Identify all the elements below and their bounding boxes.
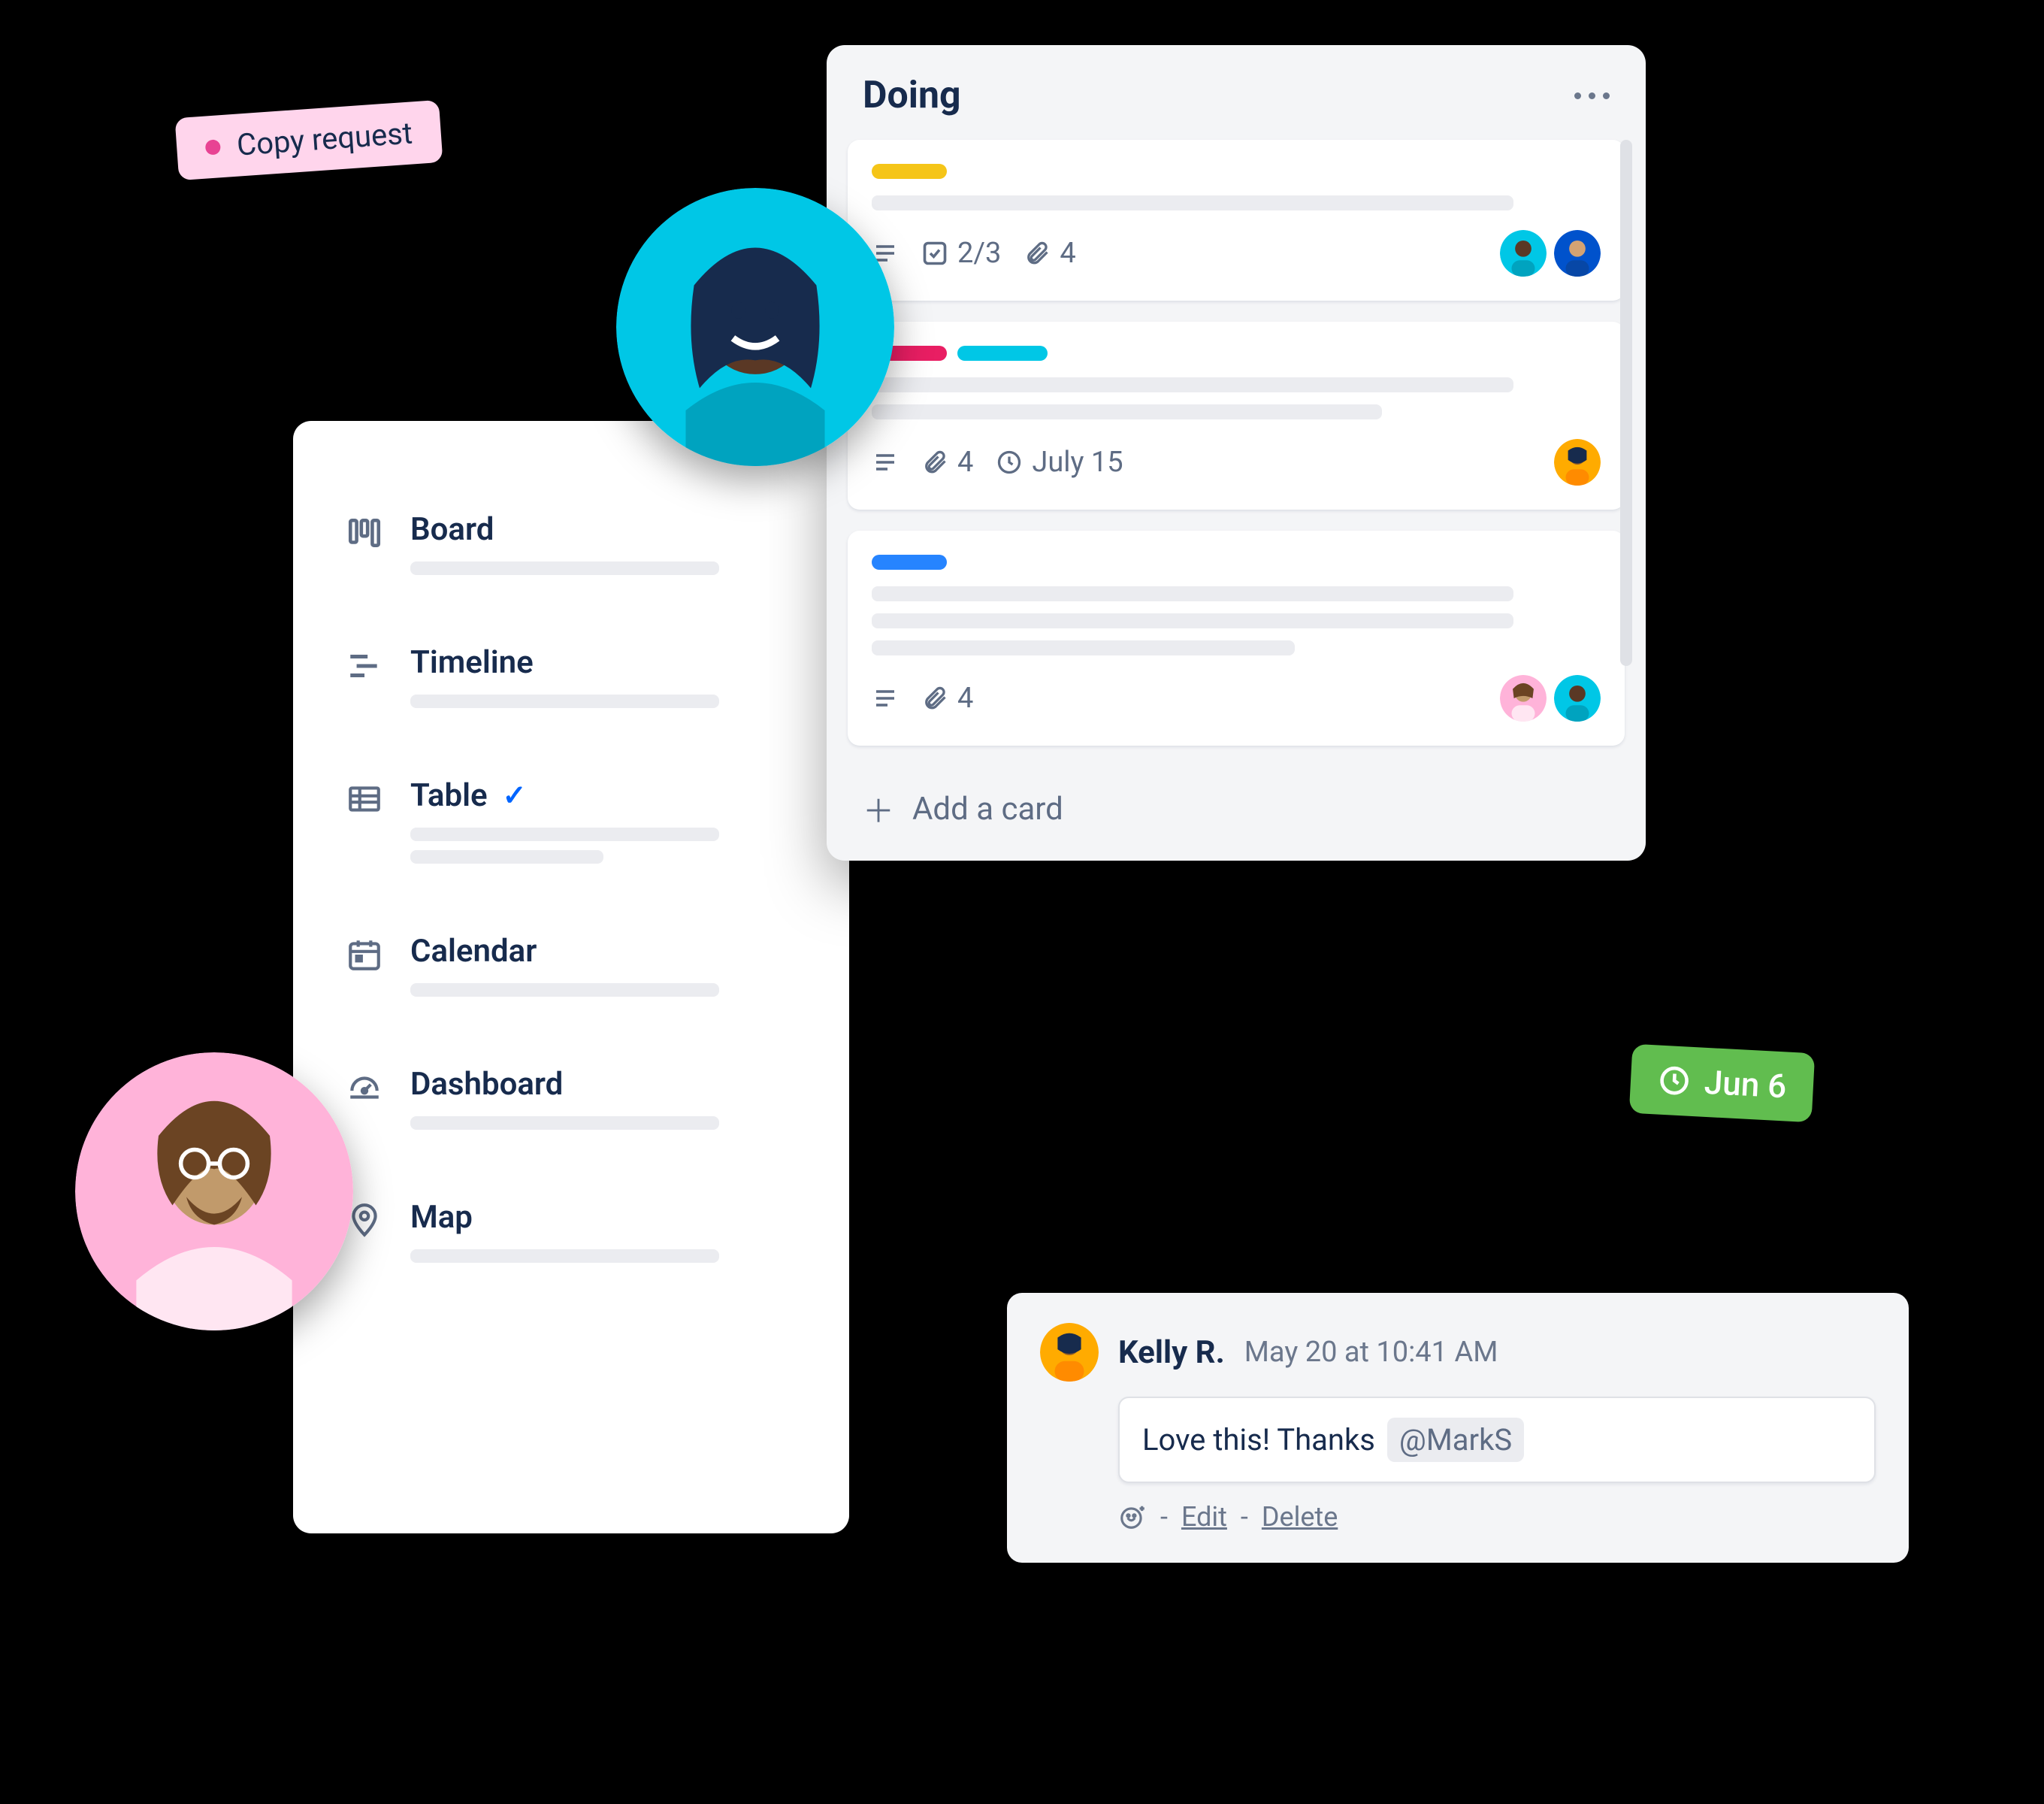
tag-copy-request[interactable]: Copy request bbox=[175, 100, 443, 180]
view-label: Board bbox=[410, 511, 797, 548]
view-label: Map bbox=[410, 1199, 797, 1236]
add-reaction-icon[interactable] bbox=[1118, 1503, 1147, 1531]
card-label-blue[interactable] bbox=[872, 555, 947, 570]
list-title[interactable]: Doing bbox=[863, 74, 961, 117]
delete-link[interactable]: Delete bbox=[1262, 1501, 1338, 1533]
avatar[interactable] bbox=[1500, 675, 1547, 722]
comment-text: Love this! Thanks bbox=[1142, 1422, 1375, 1457]
view-timeline[interactable]: Timeline bbox=[346, 644, 797, 717]
timeline-icon bbox=[346, 647, 383, 685]
description-icon bbox=[872, 685, 899, 712]
list-doing: Doing 2/3 bbox=[827, 45, 1646, 861]
avatar[interactable] bbox=[1554, 439, 1601, 486]
views-panel: Board Timeline Table ✓ bbox=[293, 421, 849, 1533]
comment-author[interactable]: Kelly R. bbox=[1118, 1334, 1225, 1371]
description-icon bbox=[872, 449, 899, 476]
comment-timestamp: May 20 at 10:41 AM bbox=[1244, 1336, 1498, 1369]
edit-link[interactable]: Edit bbox=[1181, 1501, 1227, 1533]
view-calendar[interactable]: Calendar bbox=[346, 933, 797, 1006]
avatar-large-teal bbox=[616, 188, 894, 466]
comment-body[interactable]: Love this! Thanks @MarkS bbox=[1118, 1397, 1876, 1483]
view-table[interactable]: Table ✓ bbox=[346, 777, 797, 873]
due-date-badge: July 15 bbox=[996, 446, 1123, 479]
comment: Kelly R. May 20 at 10:41 AM Love this! T… bbox=[1007, 1293, 1909, 1563]
board-icon bbox=[346, 514, 383, 552]
date-badge[interactable]: Jun 6 bbox=[1629, 1044, 1816, 1123]
plus-icon: ＋ bbox=[863, 786, 894, 832]
view-label: Dashboard bbox=[410, 1066, 797, 1103]
view-label: Timeline bbox=[410, 644, 797, 681]
avatar[interactable] bbox=[1554, 675, 1601, 722]
attachment-badge: 4 bbox=[921, 682, 973, 715]
avatar[interactable] bbox=[1500, 230, 1547, 277]
avatar[interactable] bbox=[1040, 1323, 1099, 1382]
card[interactable]: 4 July 15 bbox=[848, 322, 1625, 510]
check-icon: ✓ bbox=[503, 779, 527, 813]
clock-icon bbox=[1657, 1064, 1692, 1098]
avatar[interactable] bbox=[1554, 230, 1601, 277]
card[interactable]: 4 bbox=[848, 531, 1625, 746]
view-label: Calendar bbox=[410, 933, 797, 970]
tag-label: Copy request bbox=[236, 115, 414, 162]
card-label-teal[interactable] bbox=[957, 346, 1048, 361]
comment-actions: - Edit - Delete bbox=[1118, 1501, 1876, 1533]
view-label: Table ✓ bbox=[410, 777, 797, 814]
attachment-badge: 4 bbox=[921, 446, 973, 479]
view-map[interactable]: Map bbox=[346, 1199, 797, 1272]
view-board[interactable]: Board bbox=[346, 511, 797, 584]
add-card-button[interactable]: ＋ Add a card bbox=[848, 767, 1625, 840]
card-label-yellow[interactable] bbox=[872, 164, 947, 179]
attachment-badge: 4 bbox=[1024, 237, 1075, 270]
dashboard-icon bbox=[346, 1069, 383, 1106]
checklist-badge: 2/3 bbox=[921, 237, 1001, 270]
view-dashboard[interactable]: Dashboard bbox=[346, 1066, 797, 1139]
scrollbar[interactable] bbox=[1620, 140, 1632, 666]
calendar-icon bbox=[346, 936, 383, 973]
avatar-large-pink bbox=[75, 1052, 353, 1330]
mention[interactable]: @MarkS bbox=[1387, 1418, 1524, 1462]
date-badge-label: Jun 6 bbox=[1704, 1063, 1788, 1106]
tag-dot-icon bbox=[205, 139, 221, 155]
card[interactable]: 2/3 4 bbox=[848, 140, 1625, 301]
list-menu-icon[interactable] bbox=[1574, 92, 1610, 99]
table-icon bbox=[346, 780, 383, 818]
